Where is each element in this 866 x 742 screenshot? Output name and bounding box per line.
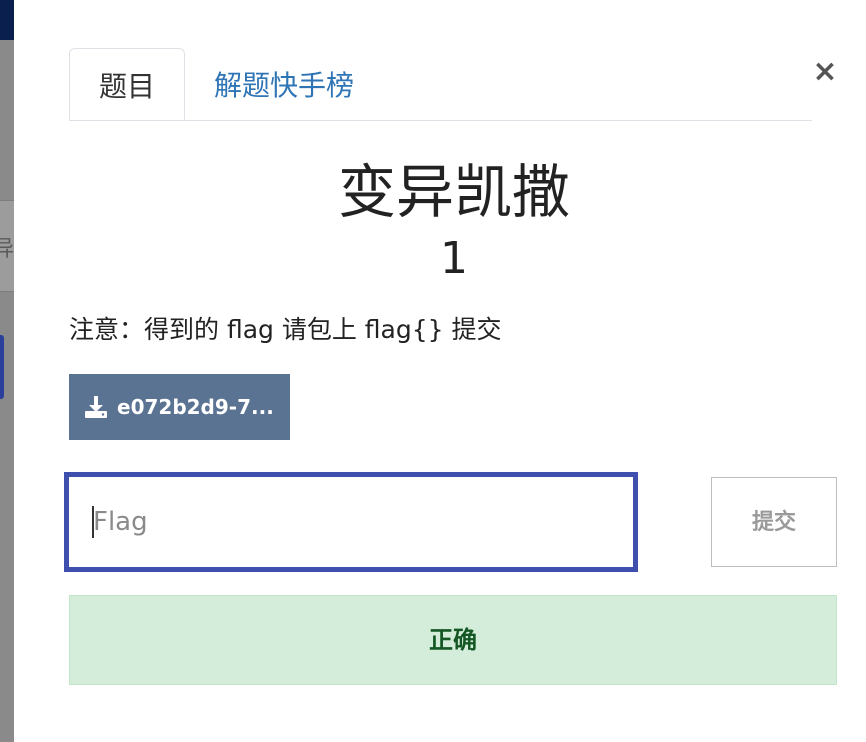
page-navbar [0,0,14,40]
page-backdrop-accent [0,335,4,399]
tab-challenge[interactable]: 题目 [69,48,186,120]
challenge-value: 1 [440,233,468,284]
file-download-button[interactable]: e072b2d9-7... [69,374,290,440]
result-alert: 正确 [69,595,837,685]
challenge-modal: × 题目 解题快手榜 变异凯撒 1 注意：得到的 flag 请包上 flag{}… [14,0,866,742]
tab-solves[interactable]: 解题快手榜 [185,48,383,119]
page-backdrop-band: 异 [0,200,14,292]
challenge-description: 注意：得到的 flag 请包上 flag{} 提交 [69,315,502,344]
download-icon [83,394,109,420]
modal-tabs: 题目 解题快手榜 [69,48,812,121]
text-caret [92,506,94,538]
challenge-title: 变异凯撒 [337,158,570,226]
close-button[interactable]: × [812,54,838,90]
submit-button[interactable]: 提交 [711,477,837,567]
file-name: e072b2d9-7... [117,395,274,419]
backdrop-text: 异 [0,231,14,263]
flag-input[interactable] [64,472,638,572]
